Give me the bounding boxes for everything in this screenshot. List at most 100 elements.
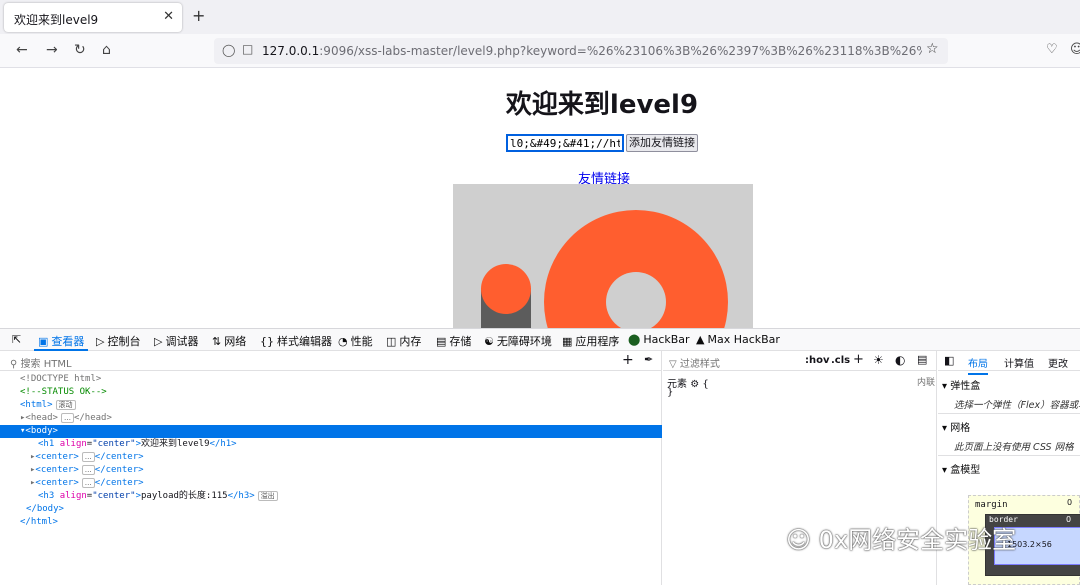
h1-open-tag: <h1 bbox=[38, 439, 55, 449]
overflow-badge[interactable]: 溢出 bbox=[257, 490, 278, 501]
tree-center-3[interactable]: ▸<center>… </center> bbox=[0, 477, 662, 490]
tab-storage[interactable]: ▤ 存储 bbox=[436, 333, 471, 349]
margin-label: margin bbox=[975, 500, 1008, 510]
scroll-badge[interactable]: 滚动 bbox=[55, 399, 76, 410]
tab-inspector[interactable]: ▣ 查看器 bbox=[38, 333, 84, 349]
sidebar-toggle-icon[interactable]: ◧ bbox=[944, 354, 954, 367]
tab-performance[interactable]: ◔ 性能 bbox=[338, 333, 373, 349]
tab-style-editor[interactable]: {} 样式编辑器 bbox=[260, 333, 332, 349]
tab-title: 欢迎来到level9 bbox=[14, 13, 99, 27]
tree-doctype[interactable]: <!DOCTYPE html> bbox=[0, 373, 662, 386]
filter-placeholder: 过滤样式 bbox=[679, 359, 720, 370]
tab-strip: 欢迎来到level9 ✕ + bbox=[0, 0, 1080, 34]
add-node-icon[interactable]: + bbox=[622, 352, 634, 368]
collapse-arrow-icon: ▾ bbox=[942, 423, 951, 434]
tab-memory[interactable]: ◫ 内存 bbox=[386, 333, 421, 349]
tab-hackbar[interactable]: ⬤ HackBar bbox=[628, 333, 690, 346]
tab-computed[interactable]: 计算值 bbox=[1004, 355, 1034, 370]
new-tab-button[interactable]: + bbox=[192, 6, 205, 25]
html-search-bar[interactable]: ⚲ 搜索 HTML + ✒ bbox=[0, 351, 662, 371]
layout-tabs: ◧ 布局 计算值 更改 bbox=[938, 351, 1080, 375]
add-link-button[interactable]: 添加友情链接 bbox=[626, 134, 698, 152]
add-rule-icon[interactable]: + bbox=[853, 352, 864, 367]
gear-icon[interactable]: ⚙ bbox=[690, 379, 699, 390]
tab-label: 控制台 bbox=[107, 335, 141, 348]
tree-center-1[interactable]: ▸<center>… </center> bbox=[0, 451, 662, 464]
light-mode-icon[interactable]: ☀ bbox=[873, 353, 884, 367]
memory-icon: ◫ bbox=[386, 335, 397, 348]
comment-text: <!--STATUS OK--> bbox=[20, 387, 107, 397]
center-open-tag: <center> bbox=[35, 465, 79, 475]
back-icon[interactable]: ← bbox=[16, 42, 28, 58]
head-close-tag: </head> bbox=[73, 413, 112, 423]
close-icon[interactable]: ✕ bbox=[163, 9, 174, 24]
tab-label: Max HackBar bbox=[707, 333, 780, 346]
ellipsis-badge[interactable]: … bbox=[81, 464, 95, 475]
tree-center-2[interactable]: ▸<center>… </center> bbox=[0, 464, 662, 477]
shield-icon[interactable]: ◯ bbox=[222, 43, 235, 57]
level-graphic bbox=[481, 210, 728, 328]
tree-html[interactable]: <html> 滚动 bbox=[0, 399, 662, 412]
tree-head[interactable]: ▸<head>… </head> bbox=[0, 412, 662, 425]
tab-label: 样式编辑器 bbox=[277, 335, 332, 348]
doctype-text: <!DOCTYPE html> bbox=[20, 374, 102, 384]
pick-element-icon[interactable]: ⇱ bbox=[12, 333, 21, 346]
tab-application[interactable]: ▦ 应用程序 bbox=[562, 333, 619, 349]
tab-network[interactable]: ⇅ 网络 bbox=[212, 333, 246, 349]
tree-body-close[interactable]: </body> bbox=[0, 503, 662, 516]
tree-h1[interactable]: <h1 align="center">欢迎来到level9</h1> bbox=[0, 438, 662, 451]
filter-styles-input[interactable]: ▽ 过滤样式 bbox=[669, 355, 720, 370]
html-search-input[interactable]: ⚲ 搜索 HTML bbox=[10, 355, 72, 370]
url-bar[interactable]: ◯ □ 127.0.0.1:9096/xss-labs-master/level… bbox=[214, 38, 948, 64]
h1-attr-value: "center" bbox=[92, 439, 136, 449]
home-icon[interactable]: ⌂ bbox=[102, 42, 111, 58]
tree-comment[interactable]: <!--STATUS OK--> bbox=[0, 386, 662, 399]
tab-max-hackbar[interactable]: ▲ Max HackBar bbox=[696, 333, 780, 346]
box-model-section-header[interactable]: ▾ 盒模型 bbox=[942, 461, 980, 476]
ellipsis-badge[interactable]: … bbox=[81, 451, 95, 462]
grid-section-header[interactable]: ▾ 网格 bbox=[942, 419, 970, 434]
flexbox-body: 选择一个弹性（Flex）容器或项 bbox=[954, 400, 1080, 411]
storage-icon: ▤ bbox=[436, 335, 447, 348]
network-icon: ⇅ bbox=[212, 335, 222, 348]
tab-accessibility[interactable]: ☯ 无障碍环境 bbox=[484, 333, 552, 349]
rules-toolbar: ▽ 过滤样式 :hov .cls + ☀ ◐ ▤ bbox=[663, 351, 937, 371]
forward-icon[interactable]: → bbox=[46, 42, 58, 58]
tab-debugger[interactable]: ▷ 调试器 bbox=[154, 333, 198, 349]
url-text: 127.0.0.1:9096/xss-labs-master/level9.ph… bbox=[262, 44, 922, 58]
keyword-input[interactable] bbox=[506, 134, 624, 152]
ellipsis-badge[interactable]: … bbox=[60, 412, 74, 423]
flexbox-section-header[interactable]: ▾ 弹性盒 bbox=[942, 377, 980, 392]
margin-top-value[interactable]: 0 bbox=[1067, 498, 1072, 507]
html-open-tag: <html> bbox=[20, 400, 53, 410]
ellipsis-badge[interactable]: … bbox=[81, 477, 95, 488]
reload-icon[interactable]: ↻ bbox=[74, 42, 86, 58]
browser-tab[interactable]: 欢迎来到level9 ✕ bbox=[4, 3, 182, 32]
search-placeholder: 搜索 HTML bbox=[20, 359, 72, 370]
tree-html-close[interactable]: </html> bbox=[0, 516, 662, 529]
devtools-toolbar: ⇱ ▣ 查看器 ▷ 控制台 ▷ 调试器 ⇅ 网络 {} 样式编辑器 ◔ 性能 ◫ 内存 ▤ 存储… bbox=[0, 329, 1080, 351]
tree-body-selected[interactable]: ▾<body> bbox=[0, 425, 662, 438]
print-icon[interactable]: ▤ bbox=[917, 353, 927, 366]
inline-label: 内联 bbox=[917, 378, 936, 388]
hov-toggle[interactable]: :hov bbox=[805, 355, 830, 366]
h1-text: 欢迎来到level9 bbox=[140, 439, 210, 449]
border-top-value[interactable]: 0 bbox=[1066, 515, 1071, 524]
bookmark-star-icon[interactable]: ☆ bbox=[926, 41, 939, 57]
center-close-tag: </center> bbox=[94, 465, 144, 475]
cls-toggle[interactable]: .cls bbox=[831, 355, 850, 366]
wechat-icon: ☺ bbox=[786, 526, 812, 554]
markup-view: ⚲ 搜索 HTML + ✒ <!DOCTYPE html> <!--STATUS… bbox=[0, 351, 662, 585]
html-close-tag: </html> bbox=[20, 517, 58, 527]
navigation-bar: ← → ↻ ⌂ ◯ □ 127.0.0.1:9096/xss-labs-mast… bbox=[0, 34, 1080, 68]
tab-label: 无障碍环境 bbox=[496, 335, 552, 348]
tree-h3[interactable]: <h3 align="center">payload的长度:115</h3> 溢出 bbox=[0, 490, 662, 503]
eyedropper-icon[interactable]: ✒ bbox=[644, 353, 653, 366]
tab-changes[interactable]: 更改 bbox=[1048, 355, 1068, 370]
tab-layout[interactable]: 布局 bbox=[968, 355, 988, 375]
tab-console[interactable]: ▷ 控制台 bbox=[96, 333, 140, 349]
dark-mode-icon[interactable]: ◐ bbox=[895, 353, 905, 367]
pocket-icon[interactable]: ♡ bbox=[1046, 42, 1058, 57]
account-icon[interactable]: ☺ bbox=[1070, 42, 1080, 57]
tab-label: 网络 bbox=[224, 335, 247, 348]
